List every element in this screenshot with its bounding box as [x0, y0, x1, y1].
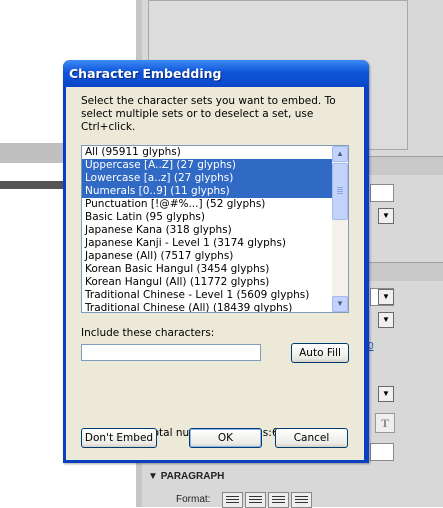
cancel-button[interactable]: Cancel [275, 428, 348, 448]
dialog-title: Character Embedding [69, 66, 222, 81]
list-item[interactable]: Basic Latin (95 glyphs) [82, 211, 332, 224]
paragraph-label: PARAGRAPH [160, 471, 225, 482]
character-set-listbox[interactable]: All (95911 glyphs) Uppercase [A..Z] (27 g… [81, 145, 349, 313]
list-item[interactable]: Uppercase [A..Z] (27 glyphs) [82, 159, 332, 172]
instructions-text: Select the character sets you want to em… [81, 95, 336, 133]
embed-field[interactable] [370, 443, 394, 461]
align-center-button[interactable] [245, 492, 266, 508]
list-item[interactable]: Korean Basic Hangul (3454 glyphs) [82, 263, 332, 276]
properties-dropdown-arrow-1[interactable]: ▼ [378, 208, 394, 224]
format-label: Format: [176, 494, 211, 505]
list-item[interactable]: Traditional Chinese (All) (18439 glyphs) [82, 302, 332, 312]
background-toolbar-strip [0, 143, 66, 163]
list-item[interactable]: Numerals [0..9] (11 glyphs) [82, 185, 332, 198]
scroll-up-icon[interactable]: ▲ [332, 146, 348, 162]
list-item[interactable]: Japanese Kana (318 glyphs) [82, 224, 332, 237]
dont-embed-button[interactable]: Don't Embed [81, 428, 157, 448]
font-style-dropdown-arrow[interactable]: ▼ [378, 312, 394, 328]
dialog-body: Select the character sets you want to em… [66, 87, 364, 460]
dialog-title-bar[interactable]: Character Embedding [63, 60, 369, 87]
include-characters-input[interactable] [81, 344, 261, 361]
list-item[interactable]: Punctuation [!@#%...] (52 glyphs) [82, 198, 332, 211]
paragraph-section-header[interactable]: ▼ PARAGRAPH [148, 468, 406, 486]
listbox-scrollbar[interactable]: ▲ ▼ [332, 146, 348, 312]
text-format-button[interactable]: T [375, 413, 395, 433]
scrollbar-thumb[interactable] [332, 163, 348, 220]
list-item[interactable]: Japanese (All) (7517 glyphs) [82, 250, 332, 263]
collapse-triangle-icon: ▼ [148, 471, 158, 482]
list-item[interactable]: Korean Hangul (All) (11772 glyphs) [82, 276, 332, 289]
background-timeline-strip [0, 181, 66, 189]
list-item[interactable]: All (95911 glyphs) [82, 146, 332, 159]
auto-fill-button[interactable]: Auto Fill [291, 343, 349, 363]
include-characters-label: Include these characters: [81, 327, 215, 339]
character-set-list: All (95911 glyphs) Uppercase [A..Z] (27 g… [82, 146, 332, 312]
anti-alias-dropdown-arrow[interactable]: ▼ [378, 386, 394, 402]
align-justify-button[interactable] [291, 492, 312, 508]
list-item[interactable]: Japanese Kanji - Level 1 (3174 glyphs) [82, 237, 332, 250]
list-item[interactable]: Traditional Chinese - Level 1 (5609 glyp… [82, 289, 332, 302]
ok-button[interactable]: OK [189, 428, 262, 448]
properties-text-field[interactable] [370, 184, 394, 202]
font-family-dropdown-arrow[interactable]: ▼ [378, 289, 394, 305]
character-embedding-dialog: Character Embedding Select the character… [63, 60, 369, 463]
scroll-down-icon[interactable]: ▼ [332, 296, 348, 312]
list-item[interactable]: Lowercase [a..z] (27 glyphs) [82, 172, 332, 185]
align-right-button[interactable] [268, 492, 289, 508]
align-left-button[interactable] [222, 492, 243, 508]
